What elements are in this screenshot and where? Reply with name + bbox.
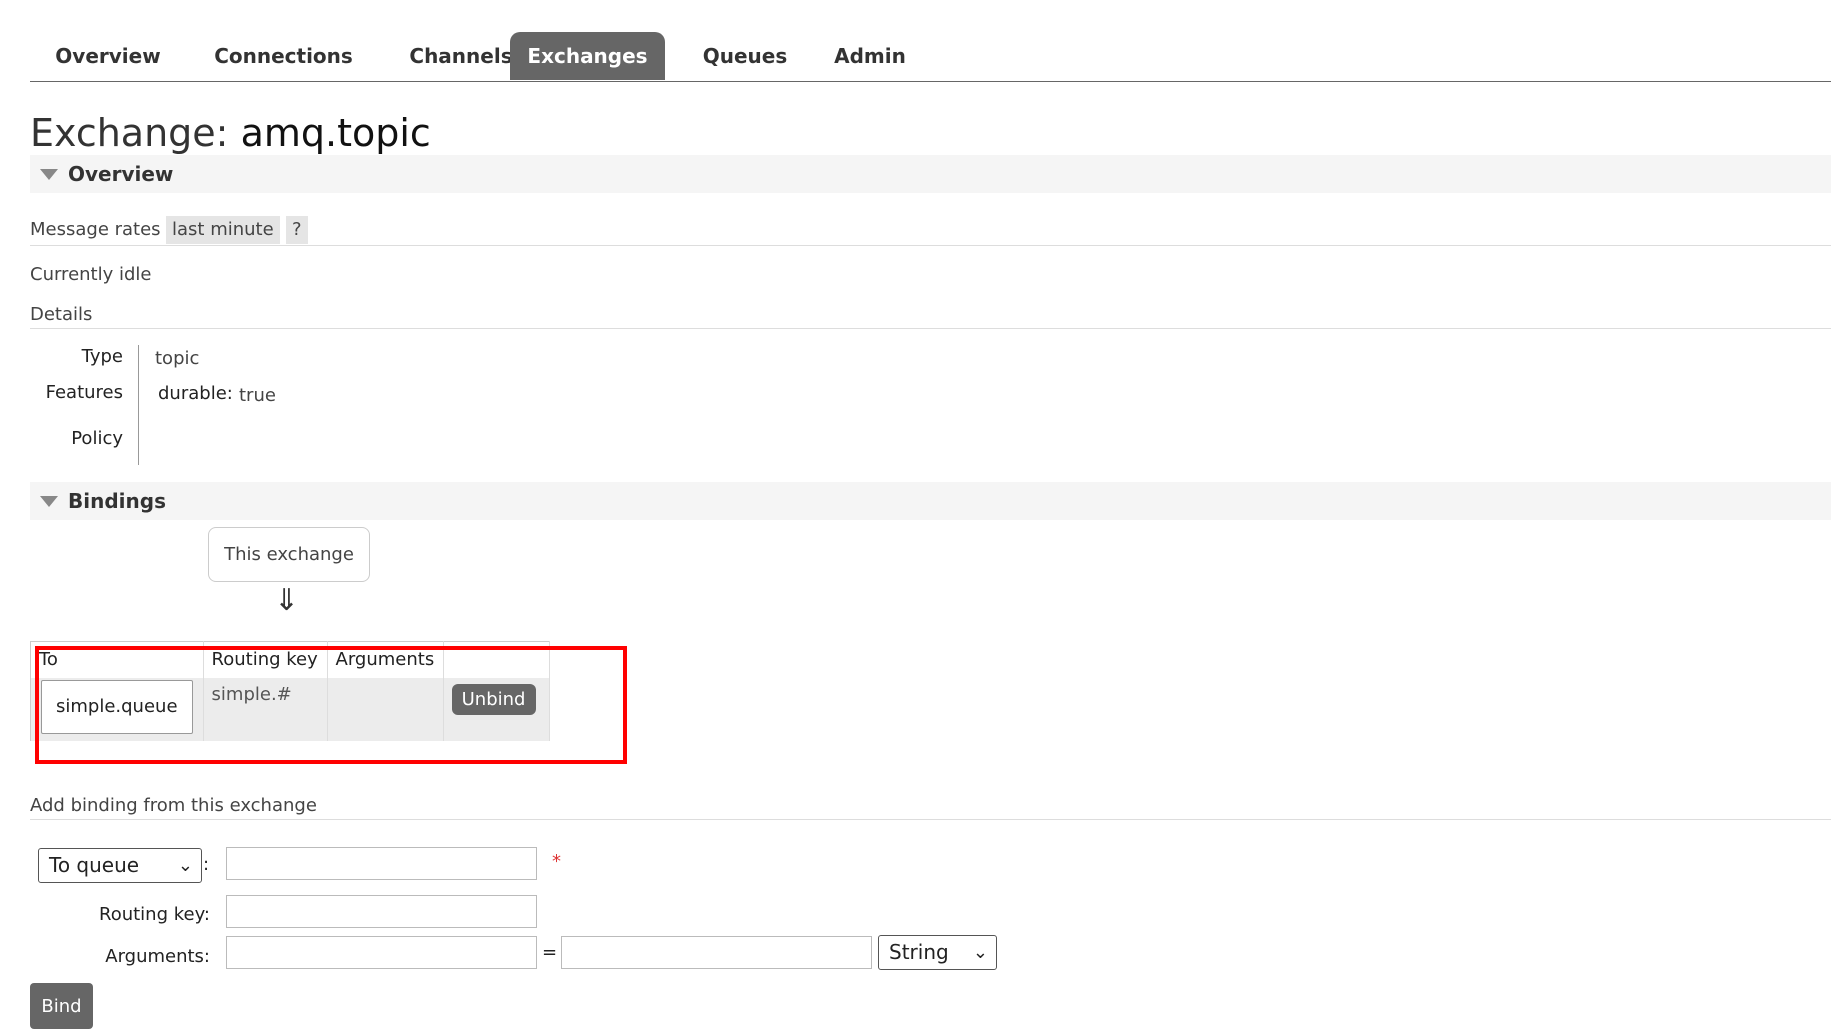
destination-name-input[interactable] — [226, 847, 537, 880]
feature-value: true — [239, 385, 276, 406]
destination-type-select[interactable]: To queue ⌄ — [38, 848, 202, 883]
details-separator — [138, 345, 139, 465]
detail-key-policy: Policy — [71, 428, 123, 449]
divider — [30, 819, 1831, 820]
argument-type-value: String — [889, 940, 949, 964]
exchange-name: amq.topic — [240, 111, 431, 155]
tab-overview[interactable]: Overview — [44, 32, 172, 80]
destination-type-value: To queue — [49, 853, 140, 877]
routing-key-label: Routing key: — [99, 904, 210, 925]
collapse-triangle-icon — [40, 169, 58, 180]
message-rates-label: Message rates — [30, 219, 161, 240]
page-title: Exchange: amq.topic — [30, 108, 431, 158]
destination-colon: : — [203, 854, 210, 875]
routing-key-input[interactable] — [226, 895, 537, 928]
add-binding-label: Add binding from this exchange — [30, 795, 317, 816]
tab-connections[interactable]: Connections — [196, 32, 371, 80]
highlight-annotation — [35, 646, 627, 764]
argument-key-input[interactable] — [226, 936, 537, 969]
down-arrow-icon: ⇓ — [274, 583, 300, 618]
divider — [30, 328, 1831, 329]
feature-name: durable: — [158, 383, 233, 404]
required-mark: * — [552, 851, 561, 872]
overview-section-header[interactable]: Overview — [30, 155, 1831, 193]
equals-sign: = — [542, 942, 558, 963]
this-exchange-box: This exchange — [208, 527, 370, 582]
overview-section-label: Overview — [68, 162, 174, 186]
bindings-section-header[interactable]: Bindings — [30, 482, 1831, 520]
chevron-down-icon: ⌄ — [972, 942, 988, 963]
status-text: Currently idle — [30, 264, 152, 285]
collapse-triangle-icon — [40, 496, 58, 507]
chevron-down-icon: ⌄ — [177, 855, 193, 876]
bindings-section-label: Bindings — [68, 489, 166, 513]
main-nav: Overview Connections Channels Exchanges … — [30, 32, 1831, 82]
tab-exchanges[interactable]: Exchanges — [510, 32, 665, 80]
tab-queues[interactable]: Queues — [685, 32, 805, 80]
argument-value-input[interactable] — [561, 936, 872, 969]
arguments-label: Arguments: — [105, 946, 210, 967]
bind-button[interactable]: Bind — [30, 983, 93, 1029]
divider — [30, 245, 1831, 246]
detail-value-type: topic — [155, 348, 200, 369]
detail-key-type: Type — [81, 346, 123, 367]
help-button[interactable]: ? — [286, 216, 308, 244]
details-label: Details — [30, 304, 93, 325]
page-title-prefix: Exchange: — [30, 111, 229, 155]
detail-key-features: Features — [45, 382, 123, 403]
argument-type-select[interactable]: String ⌄ — [878, 935, 997, 970]
rate-period-selector[interactable]: last minute — [166, 216, 280, 244]
tab-admin[interactable]: Admin — [820, 32, 920, 80]
